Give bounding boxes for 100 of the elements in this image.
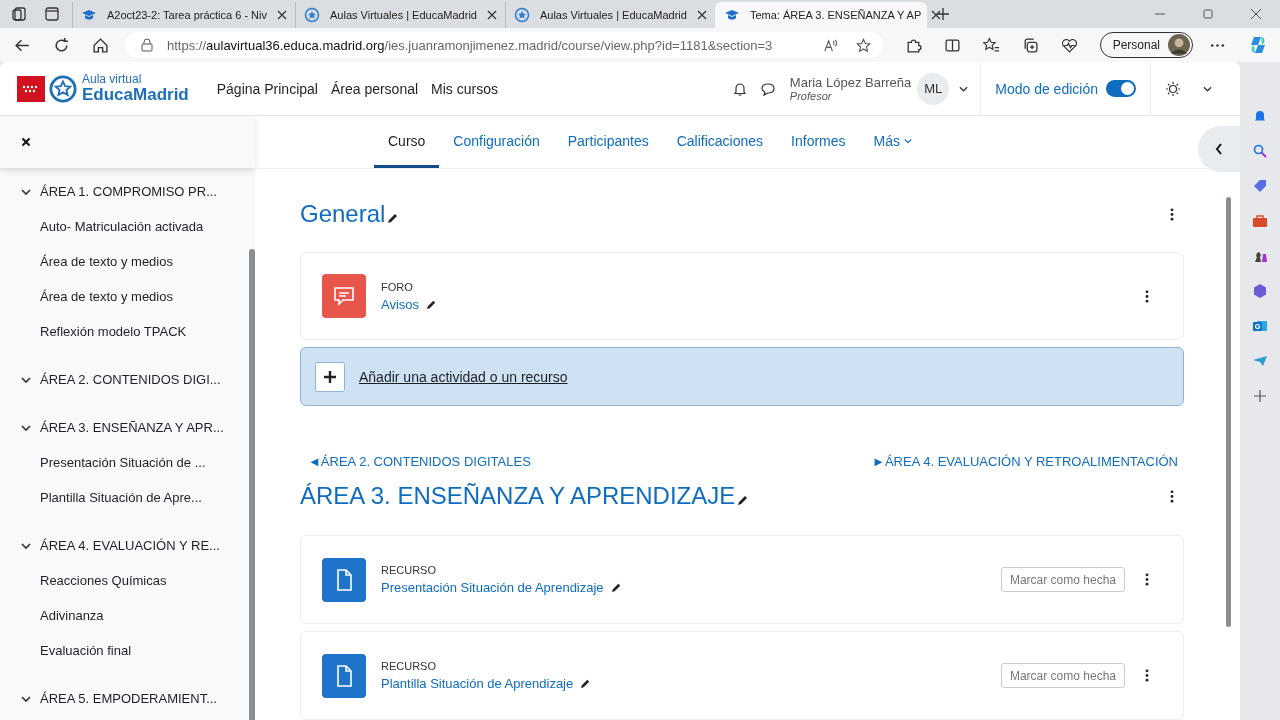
activity-type: RECURSO — [381, 660, 437, 672]
section-link[interactable]: ÁREA 3. ENSEÑANZA Y APR... — [40, 420, 224, 435]
sun-icon[interactable] — [1165, 80, 1181, 97]
kebab-menu-icon[interactable] — [1145, 669, 1149, 682]
favorites-icon[interactable] — [982, 36, 1000, 54]
lock-icon[interactable] — [141, 38, 153, 52]
pencil-icon[interactable] — [737, 494, 750, 506]
activity-link[interactable]: Presentación Situación de ... — [21, 445, 249, 480]
star-icon[interactable] — [855, 37, 871, 53]
course-tab[interactable]: Participantes — [553, 116, 663, 168]
chevron-down-icon[interactable] — [21, 693, 31, 704]
new-tab-icon[interactable] — [934, 6, 951, 22]
section-link[interactable]: ÁREA 4. EVALUACIÓN Y RE... — [40, 538, 220, 553]
toolbox-icon[interactable] — [1252, 213, 1268, 229]
close-tab-icon[interactable] — [696, 10, 707, 20]
activity-link[interactable]: Plantilla Situación de Aprendizaje — [381, 676, 574, 691]
logo-flag-icon — [17, 75, 45, 102]
tab-actions-icon[interactable] — [44, 6, 60, 22]
activity-type: FORO — [381, 280, 414, 293]
mail-icon[interactable] — [1252, 318, 1268, 334]
user-role: Profesor — [789, 90, 833, 102]
close-tab-icon[interactable] — [931, 10, 942, 20]
search-icon[interactable] — [1252, 143, 1268, 159]
refresh-icon[interactable] — [53, 36, 70, 54]
pencil-icon[interactable] — [580, 678, 592, 689]
chat-icon[interactable] — [759, 80, 776, 97]
pencil-icon[interactable] — [610, 582, 622, 593]
hex-icon[interactable] — [1252, 283, 1268, 299]
bell-icon[interactable] — [731, 80, 748, 97]
address-field[interactable]: https://aulavirtual36.educa.madrid.org/ies.juanramonjimenez.madrid/course/view.php?id=1181&section=3 — [125, 32, 883, 58]
section-title: ÁREA 3. ENSEÑANZA Y APRENDIZAJE — [300, 482, 736, 510]
activity-link[interactable]: Área de texto y medios — [21, 279, 249, 314]
file-icon — [322, 557, 366, 602]
pencil-icon[interactable] — [387, 212, 400, 224]
workspaces-icon[interactable] — [12, 6, 28, 22]
logo-subtitle: Aula virtual — [82, 73, 143, 86]
heart-pulse-icon[interactable] — [1060, 36, 1078, 54]
previous-section-link[interactable]: ◄ÁREA 2. CONTENIDOS DIGITALES — [308, 454, 531, 469]
activity-link[interactable]: Área de texto y medios — [21, 244, 249, 279]
logo-title: EducaMadrid — [82, 86, 189, 104]
activity-link[interactable]: Adivinanza — [21, 598, 249, 633]
activity-link[interactable]: Reacciones Químicas — [21, 563, 249, 598]
file-icon — [322, 653, 366, 698]
course-tab[interactable]: Informes — [777, 116, 860, 168]
activity-link[interactable]: Evaluación final — [21, 633, 249, 668]
nav-link[interactable]: Mis cursos — [431, 80, 498, 97]
user-avatar[interactable]: ML — [917, 72, 950, 105]
kebab-menu-icon[interactable] — [1145, 573, 1149, 586]
star-badge-icon — [513, 7, 530, 23]
copilot-icon[interactable] — [1248, 35, 1268, 55]
read-aloud-icon[interactable] — [822, 37, 838, 53]
mark-done-button[interactable]: Marcar como hecha — [1000, 663, 1125, 688]
chevron-down-icon[interactable] — [1203, 85, 1212, 92]
activity-link[interactable]: Presentación Situación de Aprendizaje — [381, 580, 604, 595]
restore-icon[interactable] — [1202, 8, 1214, 20]
chevron-down-icon[interactable] — [21, 186, 31, 197]
forum-icon — [322, 274, 366, 318]
kebab-menu-icon[interactable] — [1145, 289, 1149, 303]
course-tab[interactable]: Configuración — [439, 116, 554, 168]
home-icon[interactable] — [92, 36, 109, 54]
plus-icon[interactable] — [315, 361, 345, 392]
chevron-left-icon — [1215, 143, 1223, 155]
close-tab-icon[interactable] — [486, 10, 497, 20]
kebab-menu-icon[interactable] — [1170, 489, 1174, 503]
course-tab[interactable]: Curso — [374, 116, 440, 168]
course-tab[interactable]: Calificaciones — [662, 116, 778, 168]
next-section-link[interactable]: ►ÁREA 4. EVALUACIÓN Y RETROALIMENTACIÓN — [872, 454, 1178, 469]
activity-link[interactable]: Plantilla Situación de Apre... — [21, 480, 249, 515]
section-link[interactable]: ÁREA 1. COMPROMISO PR... — [40, 184, 217, 199]
caret-icon — [904, 137, 912, 144]
star-badge-icon — [304, 7, 320, 23]
edit-mode-label: Modo de edición — [995, 80, 1098, 97]
close-icon[interactable] — [21, 137, 31, 147]
user-name: Maria López Barreña — [789, 75, 912, 90]
course-tab[interactable]: Más — [859, 116, 926, 168]
nav-link[interactable]: Área personal — [330, 80, 419, 97]
add-activity-link[interactable]: Añadir una actividad o un recurso — [359, 368, 568, 385]
close-tab-icon[interactable] — [277, 10, 287, 20]
chevron-down-icon[interactable] — [21, 540, 31, 551]
section-link[interactable]: ÁREA 5. EMPODERAMIENT... — [40, 691, 217, 706]
activity-type: RECURSO — [381, 564, 437, 576]
activity-link[interactable]: Reflexión modelo TPACK — [21, 314, 249, 349]
chevron-down-icon[interactable] — [21, 422, 31, 433]
activity-link[interactable]: Avisos — [381, 296, 420, 312]
tag-icon[interactable] — [1252, 178, 1268, 194]
block-drawer-toggle[interactable] — [1198, 126, 1240, 172]
scrollbar[interactable] — [249, 249, 255, 720]
kebab-menu-icon[interactable] — [1170, 207, 1174, 221]
nav-link[interactable]: Página Principal — [216, 80, 318, 97]
add-activity-bar[interactable]: Añadir una actividad o un recurso — [300, 347, 1184, 406]
activity-link[interactable]: Auto- Matriculación activada — [21, 209, 249, 244]
chevron-down-icon[interactable] — [21, 374, 31, 385]
section-link[interactable]: ÁREA 2. CONTENIDOS DIGI... — [40, 372, 221, 387]
section-title: General — [300, 200, 386, 228]
scrollbar[interactable] — [1226, 197, 1231, 627]
chevron-down-icon[interactable] — [959, 85, 969, 92]
pencil-icon[interactable] — [426, 298, 438, 310]
add-icon[interactable] — [1252, 388, 1268, 404]
edit-mode-toggle[interactable] — [1106, 80, 1136, 97]
mark-done-button[interactable]: Marcar como hecha — [1000, 567, 1125, 592]
